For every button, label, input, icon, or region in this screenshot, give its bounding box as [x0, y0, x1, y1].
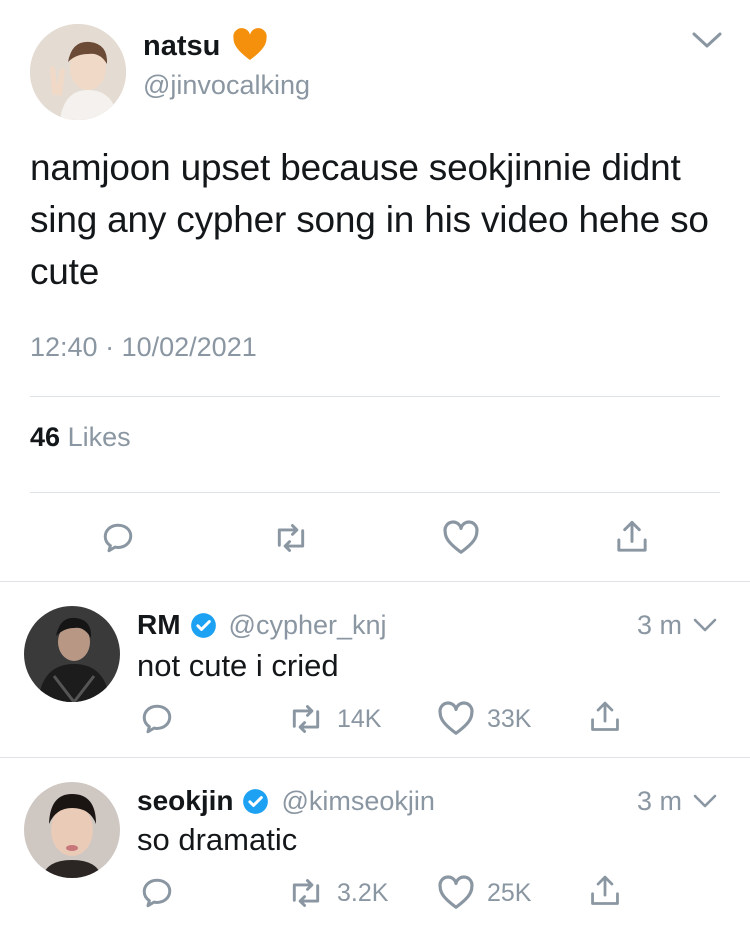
like-count: 25K: [487, 879, 532, 907]
reply-text: not cute i cried: [137, 648, 339, 683]
author-handle[interactable]: @jinvocalking: [143, 68, 310, 102]
divider: [0, 757, 750, 758]
reply-icon: [142, 704, 172, 734]
like-count: 33K: [487, 705, 532, 733]
reply-display-name[interactable]: RM: [137, 608, 181, 642]
chevron-down-icon[interactable]: [692, 617, 718, 633]
chevron-down-icon[interactable]: [691, 30, 723, 50]
retweet-count: 3.2K: [337, 879, 389, 907]
divider: [0, 581, 750, 582]
reply-header: RM @cypher_knj: [137, 608, 387, 642]
share-button[interactable]: [588, 873, 622, 909]
reply-icon: [103, 523, 133, 553]
like-icon: [443, 520, 479, 554]
separator-dot: ·: [105, 332, 122, 362]
retweet-button[interactable]: 3.2K: [287, 875, 388, 911]
reply-display-name[interactable]: seokjin: [137, 784, 233, 818]
retweet-button[interactable]: 14K: [287, 701, 381, 737]
reply-avatar[interactable]: [24, 606, 120, 702]
divider: [30, 492, 720, 493]
author-display-name[interactable]: natsu: [143, 28, 220, 64]
like-button[interactable]: [442, 520, 480, 556]
share-icon: [617, 520, 647, 552]
reply-timestamp: 3 m: [637, 786, 683, 816]
reply-text: so dramatic: [137, 822, 298, 857]
tweet-timestamp: 12:40 · 10/02/2021: [30, 330, 257, 364]
reply-button[interactable]: [139, 701, 175, 737]
likes-summary[interactable]: 46 Likes: [30, 420, 131, 454]
tweet-text: namjoon upset because seokjinnie didnt s…: [30, 147, 709, 292]
retweet-icon: [292, 879, 320, 907]
reply-button[interactable]: [139, 875, 175, 911]
like-button[interactable]: 33K: [437, 701, 531, 737]
share-icon: [591, 701, 619, 731]
retweet-icon: [292, 705, 320, 733]
chevron-down-icon[interactable]: [692, 793, 718, 809]
orange-heart-icon: [232, 28, 268, 62]
share-button[interactable]: [614, 518, 650, 556]
like-icon: [438, 701, 474, 735]
reply-handle[interactable]: @kimseokjin: [281, 784, 434, 818]
verified-badge-icon: [242, 788, 269, 815]
likes-count: 46: [30, 422, 61, 452]
retweet-button[interactable]: [272, 520, 310, 556]
tweet-date: 10/02/2021: [121, 332, 257, 362]
verified-badge-icon: [190, 612, 217, 639]
like-button[interactable]: 25K: [437, 875, 531, 911]
reply-handle[interactable]: @cypher_knj: [229, 608, 387, 642]
reply-icon: [142, 878, 172, 908]
reply-button[interactable]: [100, 520, 136, 556]
divider: [30, 396, 720, 397]
share-icon: [591, 875, 619, 905]
author-avatar[interactable]: [30, 24, 126, 120]
reply-avatar[interactable]: [24, 782, 120, 878]
retweet-icon: [277, 524, 305, 552]
like-icon: [438, 875, 474, 909]
share-button[interactable]: [588, 699, 622, 735]
retweet-count: 14K: [337, 705, 382, 733]
reply-timestamp: 3 m: [637, 610, 683, 640]
reply-header: seokjin @kimseokjin: [137, 784, 435, 818]
likes-label: Likes: [67, 422, 131, 452]
tweet-time: 12:40: [30, 332, 98, 362]
